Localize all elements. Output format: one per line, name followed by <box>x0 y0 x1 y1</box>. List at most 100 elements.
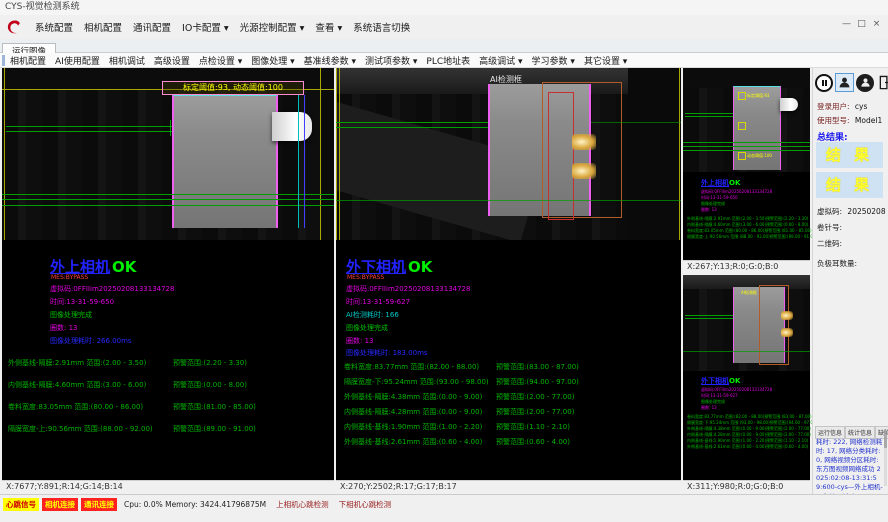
toolbar-item-test-params[interactable]: 测试项参数 ▾ <box>365 54 417 67</box>
maximize-icon[interactable]: □ <box>854 17 869 31</box>
ok-status: OK <box>408 258 432 276</box>
measurement-row: 内侧基线-基线:1.90mm 范围:(1.00 - 2.20)预警范围:(1.1… <box>344 422 579 437</box>
pin-number-label: 卷针号: <box>817 222 842 233</box>
threshold-mini-label: 动态阈值:100 <box>747 153 772 159</box>
operator-button[interactable] <box>856 74 874 92</box>
menu-item-light-control-config[interactable]: 光源控制配置 ▾ <box>240 20 305 34</box>
menu-item-system-config[interactable]: 系统配置 <box>35 20 73 34</box>
toolbar-item-camera-config[interactable]: 相机配置 <box>10 54 46 67</box>
menu-bar: 系统配置 相机配置 通讯配置 IO卡配置 ▾ 光源控制配置 ▾ 查看 ▾ 系统语… <box>0 15 888 39</box>
pixel-coords-readout: X:7677;Y:891;R:14;G:14;B:14 <box>2 480 334 493</box>
mes-status: MES:BYPASS <box>347 274 384 281</box>
image-top-band <box>683 68 810 88</box>
electrode-tab-highlight <box>781 328 793 337</box>
control-buttons <box>815 73 888 92</box>
user-dark-icon <box>860 77 871 88</box>
lower-camera-thumbnail-panel: AI检测框 外下相机OK 虚拟码:0FFIIim2025020813313472… <box>683 275 810 493</box>
ai-elapsed: AI检测耗时: 166 <box>346 310 399 320</box>
log-scrollbar[interactable] <box>884 434 887 486</box>
login-user-value: cys <box>855 102 867 111</box>
toolbar-item-ai-usage-config[interactable]: AI使用配置 <box>55 54 100 67</box>
lower-camera-results: 外下相机OK MES:BYPASS 虚拟码:0FFIIim20250208133… <box>336 240 681 480</box>
ok-status: OK <box>729 179 740 187</box>
pixel-coords-readout: X:311;Y:980;R:0;G:0;B:0 <box>683 480 810 493</box>
close-icon[interactable]: × <box>869 17 884 31</box>
status-bar: 心跳信号 相机连接 通讯连接 Cpu: 0.0% Memory: 3424.41… <box>0 494 888 522</box>
toolbar-item-other-settings[interactable]: 其它设置 ▾ <box>584 54 627 67</box>
cpu-memory-readout: Cpu: 0.0% Memory: 3424.41796875M <box>124 500 266 509</box>
toolbar-item-advanced-debug[interactable]: 高级调试 ▾ <box>479 54 522 67</box>
qr-code-label: 二维码: <box>817 238 842 249</box>
threshold-overlay: 标定阈值:93, 动态阈值:100 <box>162 81 304 95</box>
threshold-mini-label: 标定阈值:93 <box>747 93 769 99</box>
menu-item-camera-config[interactable]: 相机配置 <box>84 20 122 34</box>
edge-detect-line <box>304 95 305 228</box>
timestamp: 时间:13-31-59-627 <box>346 297 410 307</box>
lower-camera-panel: AI检测框 外下相机OK MES:BYPASS 虚拟码:0FFIIim20250… <box>336 68 681 493</box>
exit-button[interactable] <box>876 74 888 92</box>
toolbar: 相机配置 AI使用配置 相机调试 高级设置 点检设置 ▾ 图像处理 ▾ 基准线参… <box>0 53 888 68</box>
measurement-list-mini: 外侧基线-隔膜:2.91mm 范围:(2.00 - 3.50)预警范围:(2.2… <box>687 216 817 240</box>
turn-count: 圈数: 13 <box>701 207 717 213</box>
edge-guide-line <box>320 68 321 240</box>
comm-connection-badge: 通讯连接 <box>81 498 117 511</box>
edge-guide-line <box>679 68 680 240</box>
login-user-button[interactable] <box>835 73 854 92</box>
camera-connection-badge: 相机连接 <box>42 498 78 511</box>
menu-item-language-switch[interactable]: 系统语言切换 <box>353 20 410 34</box>
ai-detect-box <box>759 285 789 365</box>
virtual-code: 虚拟码:0FFIIim20250208133134728 <box>346 284 470 294</box>
measurement-row: 外侧基线-隔膜:2.91mm 范围:(2.00 - 3.50)预警范围:(2.2… <box>8 358 256 380</box>
login-user-label: 登录用户: <box>817 102 850 111</box>
exit-door-icon <box>878 75 888 90</box>
minimize-icon[interactable]: — <box>839 17 854 31</box>
upper-camera-thumbnail-panel: 标定阈值:93 动态阈值:100 外上相机OK 虚拟码:0FFIIim20250… <box>683 68 810 273</box>
baseline-overlay <box>685 315 733 316</box>
toolbar-item-image-processing[interactable]: 图像处理 ▾ <box>251 54 294 67</box>
measurement-row: 内侧基线-隔膜:4.28mm 范围:(0.00 - 9.00)预警范围:(2.0… <box>344 407 579 422</box>
baseline-overlay <box>336 122 488 123</box>
toolbar-item-learning-params[interactable]: 学习参数 ▾ <box>532 54 575 67</box>
menu-item-io-config[interactable]: IO卡配置 ▾ <box>182 20 229 34</box>
menu-item-comm-config[interactable]: 通讯配置 <box>133 20 171 34</box>
window-title: CYS-视觉检测系统 <box>5 2 80 12</box>
toolbar-item-baseline-params[interactable]: 基准线参数 ▾ <box>304 54 356 67</box>
upper-camera-image[interactable]: 标定阈值:93, 动态阈值:100 <box>2 68 334 240</box>
baseline-overlay <box>336 200 681 201</box>
turn-count: 圈数: 13 <box>701 405 717 411</box>
baseline-overlay <box>2 205 334 206</box>
toolbar-item-advanced-settings[interactable]: 高级设置 <box>154 54 190 67</box>
menu-item-view[interactable]: 查看 ▾ <box>315 20 342 34</box>
electrode-tab-highlight <box>572 163 596 179</box>
toolbar-item-camera-debug[interactable]: 相机调试 <box>109 54 145 67</box>
measurement-row: 隔膜宽度-下:95.24mm 范围:(93.00 - 98.00)预警范围:(9… <box>344 377 579 392</box>
ai-mini-label: AI检测框 <box>741 290 757 296</box>
pause-button[interactable] <box>815 74 833 92</box>
lower-camera-image[interactable]: AI检测框 <box>336 68 681 240</box>
edge-guide-line <box>4 68 5 240</box>
baseline-tick <box>170 120 171 136</box>
upper-camera-heartbeat: 上相机心跳检测 <box>276 499 329 510</box>
title-bar: CYS-视觉检测系统 <box>0 0 888 15</box>
tape-nozzle <box>272 112 312 141</box>
model-value[interactable]: Model1 <box>855 116 882 125</box>
measurement-row: 卷料宽度:83.05mm 范围:(80.00 - 86.00)预警范围:(81.… <box>8 402 256 424</box>
lower-thumb-results: 外下相机OK 虚拟码:0FFIIim20250208133134728 时间:1… <box>683 371 810 480</box>
edge-guide-line <box>339 68 340 240</box>
pixel-coords-readout: X:270;Y:2502;R:17;G:17;B:17 <box>336 480 681 493</box>
app-window: CYS-视觉检测系统 系统配置 相机配置 通讯配置 IO卡配置 ▾ 光源控制配置… <box>0 0 888 522</box>
measurement-row: 外侧基线-基线:2.61mm 范围:(0.60 - 4.00)预警范围:(0.6… <box>687 444 817 450</box>
toolbar-item-spot-check[interactable]: 点检设置 ▾ <box>199 54 242 67</box>
measurement-row: 隔膜宽度-上:90.56mm 范围:(88.00 - 92.00)预警范围:(8… <box>8 424 256 446</box>
ai-detect-label: AI检测框 <box>490 74 522 85</box>
processing-done: 图像处理完成 <box>50 310 92 320</box>
baseline-overlay <box>683 142 810 143</box>
user-icon <box>838 76 851 89</box>
baseline-overlay <box>336 127 488 128</box>
toolbar-item-plc-address-table[interactable]: PLC地址表 <box>426 54 470 67</box>
marker-box <box>738 92 746 100</box>
baseline-overlay <box>685 113 733 114</box>
upper-thumb-image[interactable]: 标定阈值:93 动态阈值:100 <box>683 68 810 172</box>
lower-thumb-image[interactable]: AI检测框 <box>683 275 810 371</box>
measurement-list-mini: 卷料宽度:83.77mm 范围:(82.00 - 88.00)预警范围:(83.… <box>687 414 817 450</box>
